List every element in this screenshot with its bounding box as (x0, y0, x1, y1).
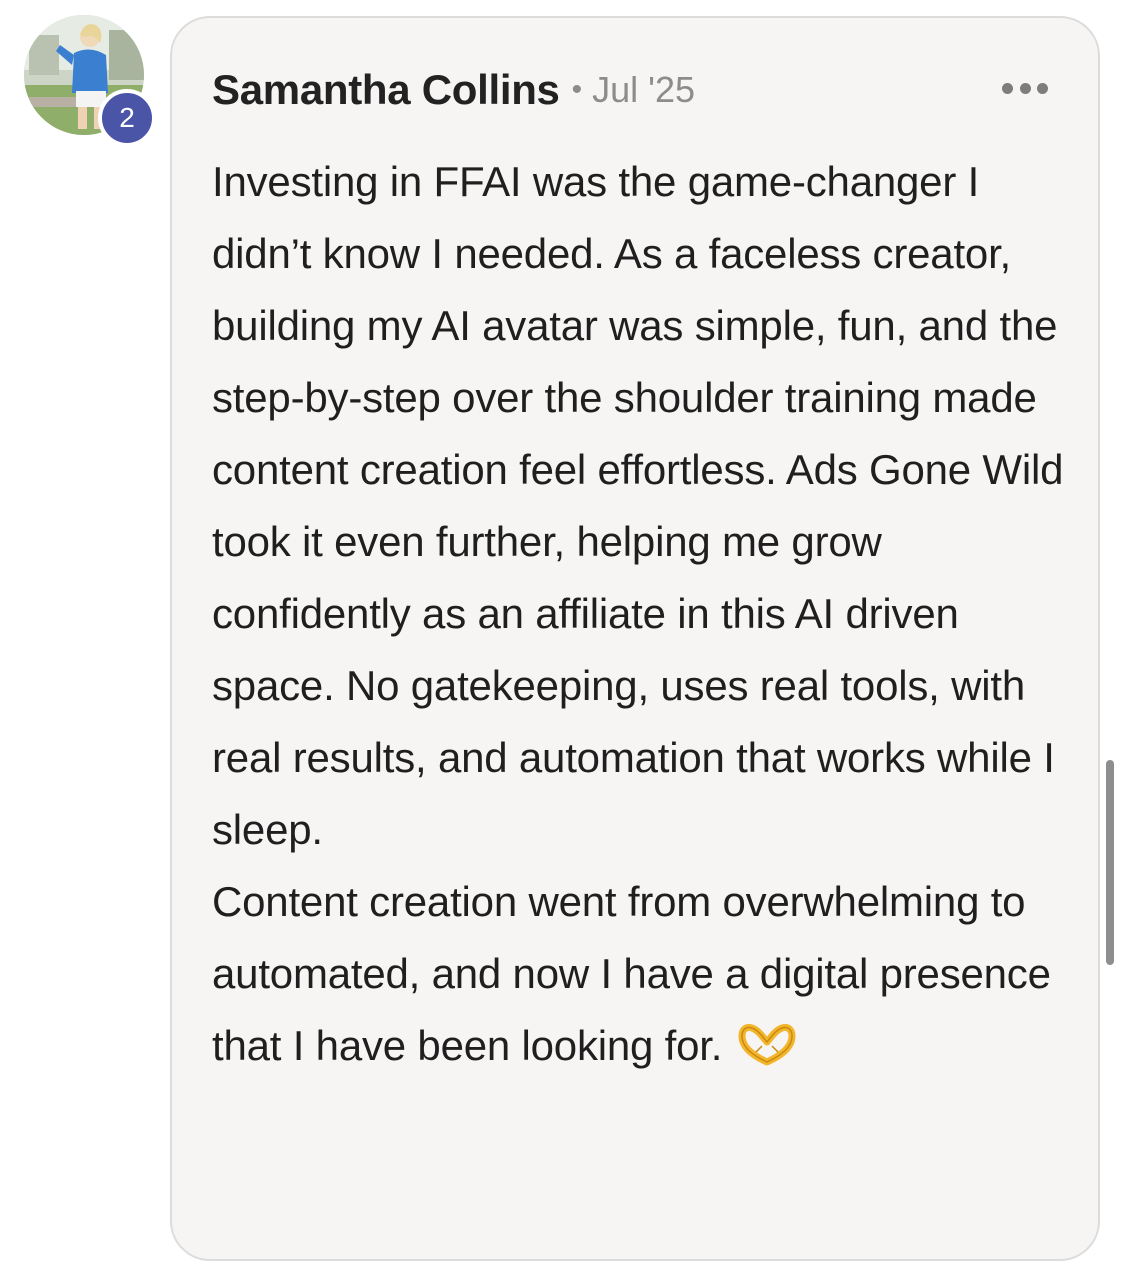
comment-paragraph-last: Content creation went from overwhelming … (212, 866, 1072, 1082)
more-horizontal-icon (1037, 82, 1048, 94)
more-horizontal-icon (1002, 82, 1013, 94)
separator-dot: • (571, 73, 583, 106)
avatar-container[interactable]: 2 (24, 15, 156, 147)
post-date[interactable]: Jul '25 (592, 69, 695, 111)
comment-body: Investing in FFAI was the game-changer I… (212, 146, 1072, 1082)
comment-card: Samantha Collins • Jul '25 Investing in … (170, 16, 1100, 1261)
more-horizontal-icon (1019, 82, 1031, 94)
level-badge: 2 (98, 89, 156, 147)
more-options-button[interactable] (1002, 78, 1048, 98)
comment-header: Samantha Collins • Jul '25 (212, 62, 695, 118)
comment-paragraph-text: Content creation went from overwhelming … (212, 878, 1051, 1069)
scrollbar-thumb[interactable] (1106, 760, 1114, 965)
heart-hands-icon (738, 1023, 796, 1066)
comment-paragraph: Investing in FFAI was the game-changer I… (212, 158, 1064, 853)
comment-page: 2 Samantha Collins • Jul '25 Investing i… (0, 0, 1125, 1282)
author-name[interactable]: Samantha Collins (212, 66, 560, 114)
